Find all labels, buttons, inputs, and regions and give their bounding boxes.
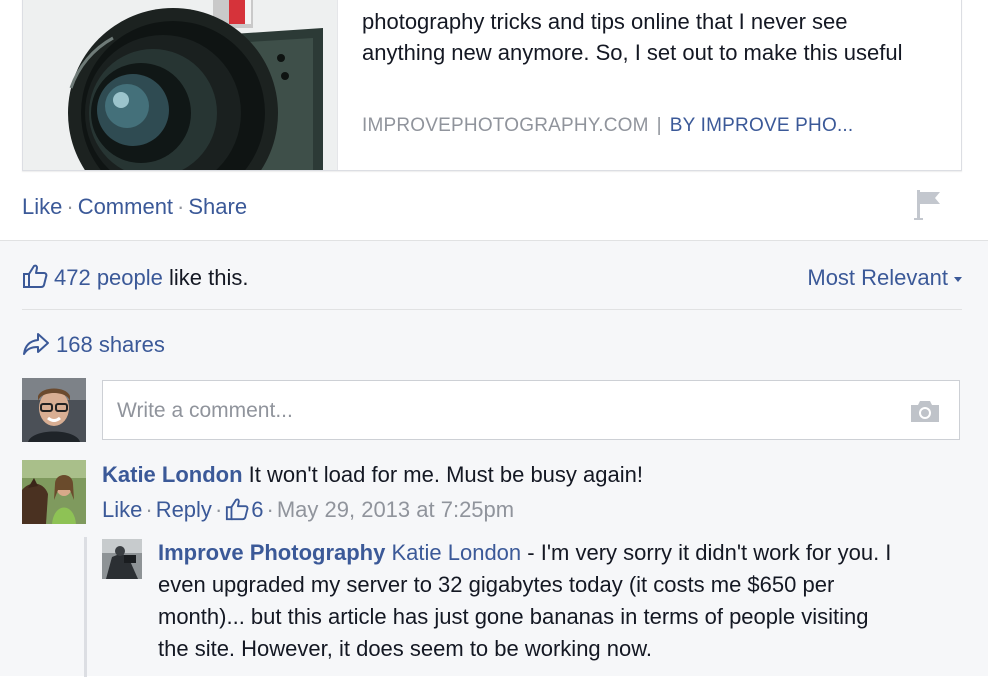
thumbs-up-icon (225, 497, 249, 527)
preview-separator: | (656, 115, 662, 136)
shares-count[interactable]: 168 shares (56, 332, 165, 357)
like-count-value: 6 (251, 497, 264, 522)
camera-thumbnail-image[interactable] (23, 0, 338, 170)
comment-composer[interactable] (102, 380, 960, 440)
separator-dot: · (214, 497, 223, 522)
sort-label: Most Relevant (807, 265, 948, 290)
preview-description[interactable]: photography tricks and tips online that … (362, 6, 932, 68)
divider (22, 309, 962, 310)
feedback-section: 472 people like this. Most Relevant 168 … (0, 240, 988, 677)
caret-down-icon (954, 276, 962, 282)
thumbs-up-icon (22, 263, 48, 295)
comment-reply-link[interactable]: Reply (156, 497, 212, 522)
comment: Katie London It won't load for me. Must … (102, 459, 962, 491)
comment-actions: Like · Reply · 6 · May 29, 2013 at 7:25pm (102, 497, 514, 527)
link-preview-card[interactable]: photography tricks and tips online that … (22, 0, 962, 171)
comment-timestamp[interactable]: May 29, 2013 at 7:25pm (277, 497, 514, 522)
comment-input[interactable] (115, 395, 879, 427)
commenter-avatar[interactable] (22, 460, 86, 524)
separator-dot: · (66, 194, 74, 219)
separator-dot: · (266, 497, 274, 522)
likes-summary: 472 people like this. (22, 263, 249, 295)
preview-source: IMPROVEPHOTOGRAPHY.COM | BY IMPROVE PHO... (362, 115, 853, 137)
like-link[interactable]: Like (22, 194, 62, 219)
reply-author-link[interactable]: Improve Photography (158, 540, 385, 565)
reply-mention-link[interactable]: Katie London (391, 540, 521, 565)
post-actions: Like · Comment · Share (22, 194, 247, 220)
likes-count-link[interactable]: 472 people (54, 265, 163, 290)
comment-author-link[interactable]: Katie London (102, 462, 243, 487)
camera-icon[interactable] (909, 399, 941, 428)
reply-comment: Improve Photography Katie London - I'm v… (158, 537, 903, 665)
share-arrow-icon (22, 332, 50, 362)
report-flag-icon[interactable] (913, 188, 943, 227)
likes-suffix: like this. (169, 265, 249, 290)
comment-text: It won't load for me. Must be busy again… (248, 462, 643, 487)
comment-link[interactable]: Comment (78, 194, 173, 219)
share-link[interactable]: Share (188, 194, 247, 219)
separator-dot: · (145, 497, 153, 522)
camera-photo (23, 0, 337, 170)
preview-author[interactable]: BY IMPROVE PHO... (670, 115, 854, 136)
comment-like-link[interactable]: Like (102, 497, 142, 522)
reply-thread-rail (84, 537, 87, 677)
sort-dropdown[interactable]: Most Relevant (807, 265, 962, 291)
reply-author-avatar[interactable] (102, 539, 142, 579)
current-user-avatar[interactable] (22, 378, 86, 442)
shares-summary[interactable]: 168 shares (22, 332, 165, 362)
preview-domain[interactable]: IMPROVEPHOTOGRAPHY.COM (362, 115, 649, 136)
comment-like-count[interactable]: 6 (225, 497, 264, 522)
separator-dot: · (177, 194, 185, 219)
